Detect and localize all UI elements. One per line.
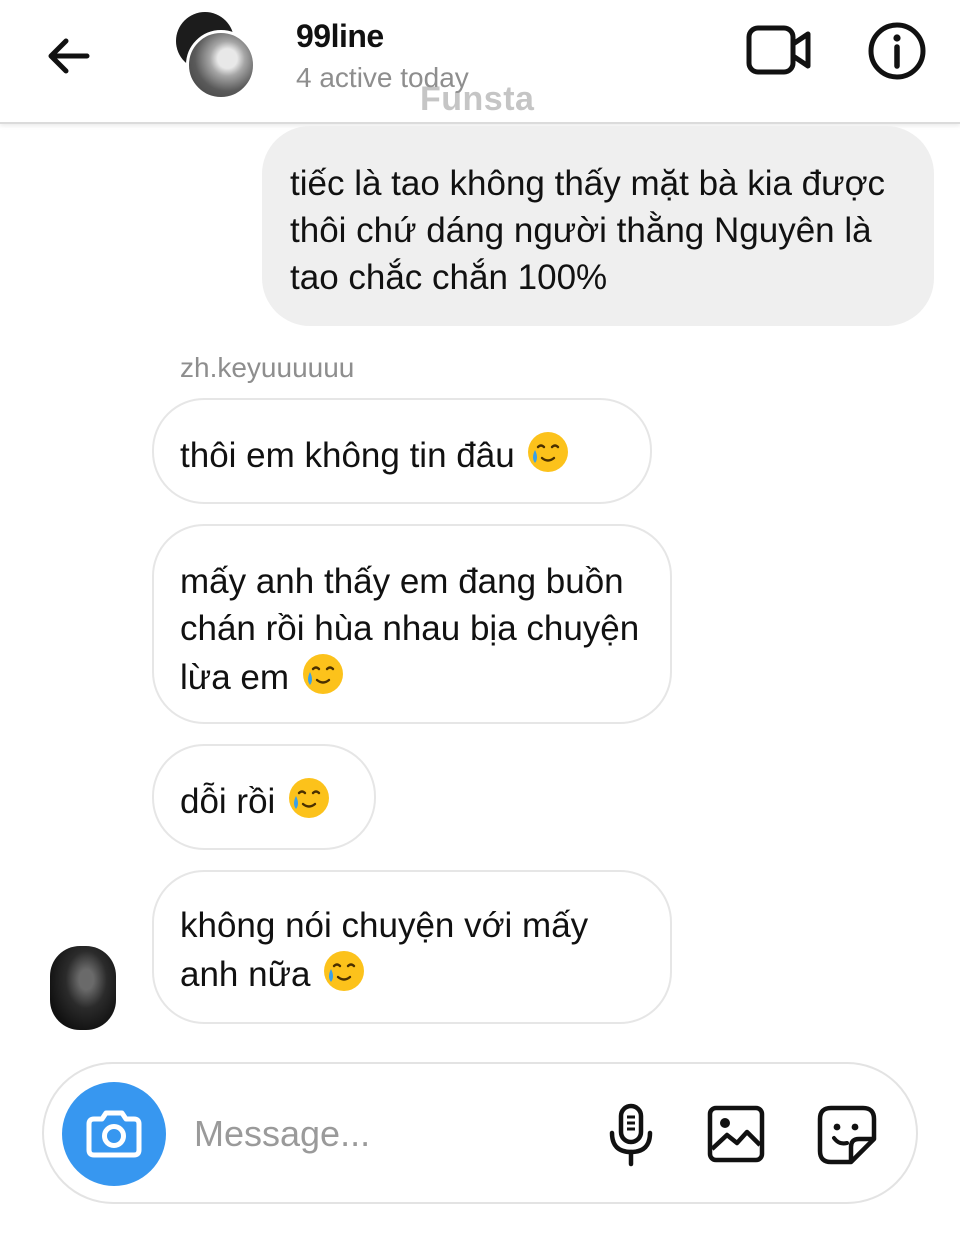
message-text: tiếc là tao không thấy mặt bà kia được t… bbox=[290, 164, 886, 297]
message-input[interactable] bbox=[194, 1104, 574, 1164]
gallery-button[interactable] bbox=[706, 1104, 766, 1164]
smiling-face-with-tear-icon bbox=[289, 778, 330, 818]
camera-icon bbox=[86, 1110, 142, 1158]
watermark: Funsta bbox=[420, 80, 535, 118]
message-text: thôi em không tin đâu bbox=[180, 436, 515, 475]
received-message[interactable]: mấy anh thấy em đang buồn chán rồi hùa n… bbox=[152, 524, 672, 724]
smiling-face-with-tear-icon bbox=[528, 432, 569, 472]
avatar[interactable] bbox=[50, 946, 116, 1030]
received-message[interactable]: thôi em không tin đâu bbox=[152, 398, 652, 504]
thread-title[interactable]: 99line bbox=[296, 18, 384, 55]
arrow-left-icon bbox=[48, 38, 90, 74]
video-call-button[interactable] bbox=[744, 22, 814, 78]
dm-thread-screen: 99line 4 active today Funsta tiếc là tao… bbox=[0, 0, 960, 1238]
sender-username: zh.keyuuuuuu bbox=[180, 352, 355, 383]
info-icon bbox=[868, 22, 926, 80]
sent-message[interactable]: tiếc là tao không thấy mặt bà kia được t… bbox=[262, 126, 934, 326]
sticker-button[interactable] bbox=[816, 1104, 878, 1166]
microphone-icon bbox=[609, 1103, 653, 1167]
group-avatar[interactable] bbox=[176, 12, 256, 100]
sticker-icon bbox=[817, 1105, 877, 1165]
received-message[interactable]: không nói chuyện với mấy anh nữa bbox=[152, 870, 672, 1024]
back-button[interactable] bbox=[36, 24, 100, 88]
camera-button[interactable] bbox=[62, 1082, 166, 1186]
voice-message-button[interactable] bbox=[600, 1102, 662, 1168]
smiling-face-with-tear-icon bbox=[302, 654, 343, 694]
message-text: mấy anh thấy em đang buồn chán rồi hùa n… bbox=[180, 562, 640, 697]
gallery-icon bbox=[707, 1105, 765, 1163]
message-composer bbox=[42, 1062, 918, 1204]
info-button[interactable] bbox=[866, 20, 928, 82]
avatar bbox=[186, 30, 256, 100]
message-text: dỗi rồi bbox=[180, 782, 276, 821]
video-call-icon bbox=[746, 25, 811, 75]
thread-header: 99line 4 active today Funsta bbox=[0, 0, 960, 124]
received-message[interactable]: dỗi rồi bbox=[152, 744, 376, 850]
message-text: không nói chuyện với mấy anh nữa bbox=[180, 906, 589, 994]
smiling-face-with-tear-icon bbox=[324, 951, 365, 991]
